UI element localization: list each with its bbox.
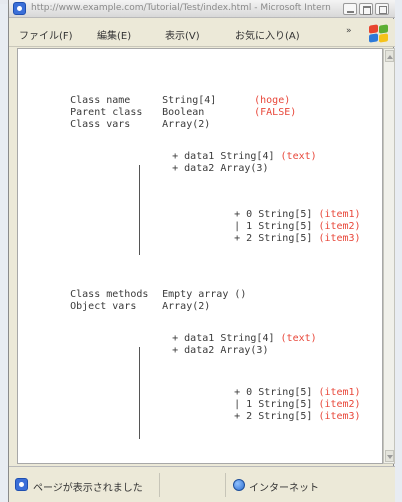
parent-class-note: (FALSE) [254,107,297,118]
tree-node: + data1 String[4] (text) [172,151,317,162]
tree-connector [139,347,140,439]
window-title: http://www.example.com/Tutorial/Test/ind… [31,3,331,13]
security-zone-label: インターネット [249,483,319,494]
windows-logo-icon [369,24,389,43]
menu-chevron-icon[interactable]: » [346,26,352,36]
close-button[interactable] [375,3,389,15]
page-status-icon [15,478,28,491]
maximize-button[interactable] [359,3,373,15]
browser-window: http://www.example.com/Tutorial/Test/ind… [8,0,395,502]
tree-leaf: + 2 String[5] (item3) [234,411,361,422]
menu-file[interactable]: ファイル(F) [19,27,73,43]
tree-leaf: | 1 String[5] (item2) [234,221,361,232]
tree-node: + data1 String[4] (text) [172,333,317,344]
class-methods-value: Empty array () [162,289,247,300]
class-vars-row: Class vars [70,119,131,130]
class-name-value: String[4] [162,95,217,106]
internet-zone-icon [233,479,245,491]
tree-connector [139,165,140,255]
object-vars-row: Object vars [70,301,137,312]
status-divider [225,473,226,497]
tree-leaf: + 0 String[5] (item1) [234,387,361,398]
class-name-note: (hoge) [254,95,291,106]
object-vars-value: Array(2) [162,301,211,312]
status-bar: ページが表示されました インターネット [9,466,395,502]
status-divider [159,473,160,497]
parent-class-value: Boolean [162,107,205,118]
class-vars-value: Array(2) [162,119,211,130]
status-text: ページが表示されました [33,483,143,494]
vertical-scrollbar[interactable] [383,48,395,464]
title-bar: http://www.example.com/Tutorial/Test/ind… [9,0,395,18]
menu-favorites[interactable]: お気に入り(A) [235,27,300,43]
menu-view[interactable]: 表示(V) [165,27,200,43]
menu-bar: ファイル(F) 編集(E) 表示(V) お気に入り(A) » [9,19,395,47]
minimize-button[interactable] [343,3,357,15]
scroll-up-icon[interactable] [385,50,394,62]
ie-icon [13,2,26,15]
tree-leaf: + 0 String[5] (item1) [234,209,361,220]
page-content: Class name String[4] (hoge) Parent class… [17,48,383,464]
class-name-row: Class name [34,83,130,106]
scroll-down-icon[interactable] [385,450,394,462]
tree-node: + data2 Array(3) [172,345,269,356]
tree-node: + data2 Array(3) [172,163,269,174]
menu-edit[interactable]: 編集(E) [97,27,131,43]
tree-leaf: + 2 String[5] (item3) [234,233,361,244]
tree-leaf: | 1 String[5] (item2) [234,399,361,410]
